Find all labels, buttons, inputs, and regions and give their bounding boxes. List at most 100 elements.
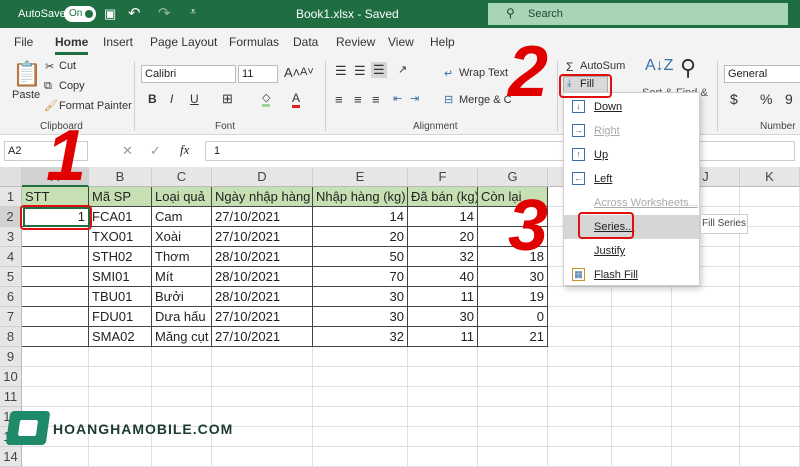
align-center-icon[interactable]: ≡ bbox=[354, 92, 362, 107]
tab-data[interactable]: Data bbox=[293, 35, 318, 49]
data-cell[interactable]: Mít bbox=[152, 267, 212, 287]
decrease-indent-icon[interactable]: ⇤ bbox=[393, 92, 402, 105]
format-painter-button[interactable]: Format Painter bbox=[59, 100, 132, 112]
cancel-icon[interactable]: ✕ bbox=[122, 143, 133, 159]
data-cell[interactable] bbox=[22, 307, 89, 327]
cell[interactable] bbox=[313, 407, 408, 427]
align-middle-icon[interactable]: ☰ bbox=[354, 63, 366, 79]
data-cell[interactable]: FCA01 bbox=[89, 207, 152, 227]
cell[interactable] bbox=[740, 227, 800, 247]
row-header-3[interactable]: 3 bbox=[0, 227, 22, 247]
font-name-select[interactable]: Calibri bbox=[141, 65, 236, 83]
cell[interactable] bbox=[478, 367, 548, 387]
data-cell[interactable]: 21 bbox=[478, 327, 548, 347]
cell[interactable] bbox=[548, 287, 612, 307]
data-cell[interactable]: 40 bbox=[408, 267, 478, 287]
cell[interactable] bbox=[740, 207, 800, 227]
cell[interactable] bbox=[478, 387, 548, 407]
data-cell[interactable]: 28/10/2021 bbox=[212, 247, 313, 267]
align-bottom-icon[interactable]: ☰ bbox=[371, 62, 387, 78]
row-header-7[interactable]: 7 bbox=[0, 307, 22, 327]
tab-help[interactable]: Help bbox=[430, 35, 455, 49]
cell[interactable] bbox=[740, 427, 800, 447]
data-cell[interactable]: 20 bbox=[313, 227, 408, 247]
borders-icon[interactable]: ⊞ bbox=[222, 91, 233, 107]
bold-button[interactable]: B bbox=[148, 92, 157, 106]
function-icon[interactable]: fx bbox=[180, 142, 189, 158]
fill-menu-item-down[interactable]: ↓ Down bbox=[564, 95, 699, 119]
data-cell[interactable]: 30 bbox=[478, 267, 548, 287]
cell[interactable] bbox=[408, 407, 478, 427]
cell[interactable] bbox=[478, 407, 548, 427]
font-size-select[interactable]: 11 bbox=[238, 65, 278, 83]
number-format-select[interactable]: General bbox=[724, 65, 800, 83]
cell[interactable] bbox=[22, 367, 89, 387]
row-header-6[interactable]: 6 bbox=[0, 287, 22, 307]
decrease-font-icon[interactable]: A˅ bbox=[300, 66, 314, 78]
data-cell[interactable]: Xoài bbox=[152, 227, 212, 247]
tab-file[interactable]: File bbox=[14, 35, 33, 49]
enter-icon[interactable]: ✓ bbox=[150, 143, 161, 159]
data-cell[interactable]: Thơm bbox=[152, 247, 212, 267]
cell[interactable] bbox=[152, 347, 212, 367]
cell[interactable] bbox=[408, 387, 478, 407]
data-cell[interactable]: 28/10/2021 bbox=[212, 287, 313, 307]
header-cell[interactable]: Nhập hàng (kg) bbox=[313, 187, 408, 207]
cell[interactable] bbox=[89, 347, 152, 367]
data-cell[interactable]: SMA02 bbox=[89, 327, 152, 347]
cell[interactable] bbox=[740, 387, 800, 407]
save-icon[interactable]: ▣ bbox=[104, 6, 116, 22]
cell[interactable] bbox=[548, 427, 612, 447]
column-header-F[interactable]: F bbox=[408, 167, 478, 187]
cell[interactable] bbox=[612, 307, 672, 327]
cell[interactable] bbox=[212, 387, 313, 407]
cell[interactable] bbox=[672, 387, 740, 407]
increase-font-icon[interactable]: A˄ bbox=[284, 65, 300, 80]
cell[interactable] bbox=[313, 367, 408, 387]
data-cell[interactable]: 32 bbox=[408, 247, 478, 267]
autosum-button[interactable]: AutoSum bbox=[580, 60, 625, 72]
data-cell[interactable]: TXO01 bbox=[89, 227, 152, 247]
cell[interactable] bbox=[408, 347, 478, 367]
header-cell[interactable]: Loại quả bbox=[152, 187, 212, 207]
select-all-corner[interactable] bbox=[0, 167, 22, 187]
row-header-14[interactable]: 14 bbox=[0, 447, 22, 467]
column-header-B[interactable]: B bbox=[89, 167, 152, 187]
data-cell[interactable]: 14 bbox=[408, 207, 478, 227]
row-header-1[interactable]: 1 bbox=[0, 187, 22, 207]
redo-icon[interactable]: ↷ bbox=[158, 4, 171, 22]
cell[interactable] bbox=[22, 387, 89, 407]
data-cell[interactable] bbox=[22, 247, 89, 267]
align-left-icon[interactable]: ≡ bbox=[335, 92, 343, 107]
cell[interactable] bbox=[548, 367, 612, 387]
row-header-2[interactable]: 2 bbox=[0, 207, 22, 227]
cell[interactable] bbox=[478, 447, 548, 467]
row-header-11[interactable]: 11 bbox=[0, 387, 22, 407]
cell[interactable] bbox=[612, 407, 672, 427]
data-cell[interactable]: 30 bbox=[313, 307, 408, 327]
undo-icon[interactable]: ↶ bbox=[128, 4, 141, 22]
cell[interactable] bbox=[89, 447, 152, 467]
cell[interactable] bbox=[740, 367, 800, 387]
data-cell[interactable]: 0 bbox=[478, 307, 548, 327]
fill-menu-item-up[interactable]: ↑ Up bbox=[564, 143, 699, 167]
data-cell[interactable]: 27/10/2021 bbox=[212, 207, 313, 227]
data-cell[interactable] bbox=[22, 287, 89, 307]
fill-color-icon[interactable]: ◇ bbox=[262, 91, 271, 107]
cell[interactable] bbox=[612, 427, 672, 447]
data-cell[interactable]: FDU01 bbox=[89, 307, 152, 327]
fill-menu-item-justify[interactable]: Justify bbox=[564, 239, 699, 263]
cell[interactable] bbox=[672, 367, 740, 387]
find-select-icon[interactable]: ⚲ bbox=[680, 55, 696, 81]
row-header-5[interactable]: 5 bbox=[0, 267, 22, 287]
cell[interactable] bbox=[740, 327, 800, 347]
data-cell[interactable]: Cam bbox=[152, 207, 212, 227]
data-cell[interactable]: 30 bbox=[408, 307, 478, 327]
column-header-K[interactable]: K bbox=[740, 167, 800, 187]
align-right-icon[interactable]: ≡ bbox=[372, 92, 380, 107]
cell[interactable] bbox=[740, 447, 800, 467]
data-cell[interactable] bbox=[22, 267, 89, 287]
data-cell[interactable] bbox=[22, 327, 89, 347]
cell[interactable] bbox=[672, 427, 740, 447]
cell[interactable] bbox=[612, 447, 672, 467]
